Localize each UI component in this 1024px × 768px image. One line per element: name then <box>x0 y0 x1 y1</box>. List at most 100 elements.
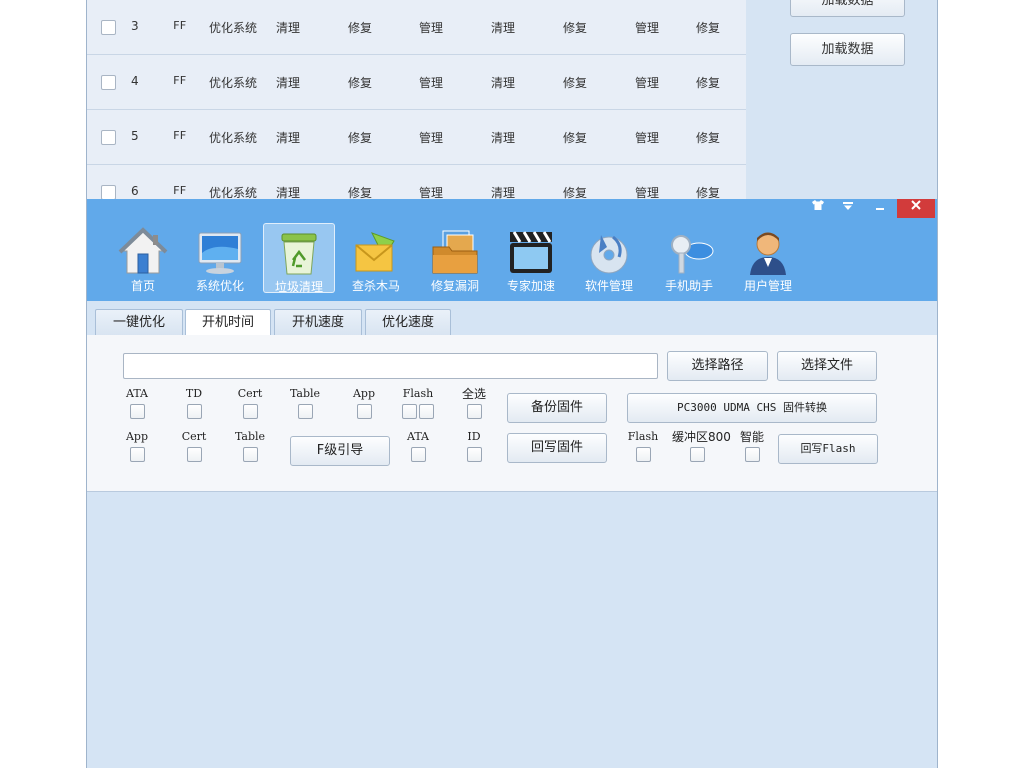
folder-photo-icon <box>432 230 478 274</box>
table-cell: 优化系统 <box>209 76 258 90</box>
disc-icon <box>590 235 628 274</box>
table-cell: 修复 <box>696 76 721 90</box>
table-cell: 管理 <box>419 131 444 145</box>
table-cell: 清理 <box>276 21 301 35</box>
option-label: Flash <box>627 430 659 443</box>
table-cell: 修复 <box>348 76 373 90</box>
table-cell: 修复 <box>348 131 373 145</box>
nav-item-home[interactable]: 首页 <box>107 223 179 293</box>
table-cell: FF <box>173 74 187 87</box>
flash-checkbox-a[interactable] <box>402 404 417 419</box>
ata-2-checkbox[interactable] <box>410 447 426 462</box>
flash-2-checkbox[interactable] <box>635 447 651 462</box>
option-td: TD <box>174 387 214 419</box>
nav-item-trojan-scan[interactable]: 查杀木马 <box>340 223 412 293</box>
pc3000-firmware-convert-button[interactable]: PC3000 UDMA CHS 固件转换 <box>627 393 877 423</box>
title-bar: 首页 系统优化 垃圾清理 查杀木马 修复漏洞 专家加速 软件管理 手机助手 用户… <box>87 199 937 301</box>
option-label: Table <box>289 387 321 400</box>
id-checkbox[interactable] <box>466 447 482 462</box>
row-checkbox[interactable] <box>101 20 116 35</box>
write-back-firmware-button[interactable]: 回写固件 <box>507 433 607 463</box>
close-icon[interactable] <box>897 199 935 218</box>
row-number: 6 <box>131 184 139 198</box>
option-label: App <box>352 387 376 400</box>
nav-label: 修复漏洞 <box>430 279 479 293</box>
nav-item-system-optimize[interactable]: 系统优化 <box>184 223 256 293</box>
select-file-button[interactable]: 选择文件 <box>777 351 877 381</box>
buffer-800-checkbox[interactable] <box>689 447 705 462</box>
row-number: 3 <box>131 19 139 33</box>
tab-one-click-optimize[interactable]: 一键优化 <box>95 309 183 336</box>
table-cell: 优化系统 <box>209 131 258 145</box>
load-data-button[interactable]: 加载数据 <box>790 33 905 66</box>
nav-label: 首页 <box>130 279 155 293</box>
table-row[interactable]: 4 FF 优化系统 清理 修复 管理 清理 修复 管理 修复 <box>87 55 746 110</box>
app-checkbox[interactable] <box>356 404 372 419</box>
option-ata-2: ATA <box>398 430 438 462</box>
nav-item-expert-speedup[interactable]: 专家加速 <box>495 223 567 293</box>
table-2-checkbox[interactable] <box>242 447 258 462</box>
background-data-table: 3 FF 优化系统 清理 修复 管理 清理 修复 管理 修复 4 FF 优化系统… <box>87 0 746 220</box>
option-label: Flash <box>402 387 434 400</box>
td-checkbox[interactable] <box>186 404 202 419</box>
nav-item-trash-clean[interactable]: 垃圾清理 <box>263 223 335 294</box>
tab-optimize-speed[interactable]: 优化速度 <box>365 309 451 336</box>
background-side-panel <box>746 0 937 200</box>
path-input[interactable] <box>123 353 658 379</box>
main-window: 首页 系统优化 垃圾清理 查杀木马 修复漏洞 专家加速 软件管理 手机助手 用户… <box>87 199 937 768</box>
option-table-2: Table <box>230 430 270 462</box>
option-flash: Flash <box>398 387 438 419</box>
cert-checkbox[interactable] <box>242 404 258 419</box>
table-cell: 优化系统 <box>209 21 258 35</box>
write-back-flash-button[interactable]: 回写Flash <box>778 434 878 464</box>
tab-boot-time[interactable]: 开机时间 <box>185 309 271 337</box>
user-icon <box>750 232 786 275</box>
nav-item-fix-vuln[interactable]: 修复漏洞 <box>419 223 491 293</box>
minimize-icon[interactable] <box>865 199 895 218</box>
option-cert: Cert <box>230 387 270 419</box>
skin-icon[interactable] <box>803 199 833 218</box>
f-boot-button[interactable]: F级引导 <box>290 436 390 466</box>
option-table: Table <box>285 387 325 419</box>
table-row[interactable]: 5 FF 优化系统 清理 修复 管理 清理 修复 管理 修复 <box>87 110 746 165</box>
nav-item-user-manage[interactable]: 用户管理 <box>732 223 804 293</box>
smart-checkbox[interactable] <box>744 447 760 462</box>
tab-bar: 一键优化 开机时间 开机速度 优化速度 <box>87 301 937 337</box>
table-cell: FF <box>173 129 187 142</box>
ata-checkbox[interactable] <box>129 404 145 419</box>
menu-dropdown-icon[interactable] <box>833 199 863 218</box>
nav-label: 用户管理 <box>743 279 792 293</box>
app-2-checkbox[interactable] <box>129 447 145 462</box>
nav-label: 查杀木马 <box>351 279 400 293</box>
table-cell: 修复 <box>696 21 721 35</box>
tab-boot-speed[interactable]: 开机速度 <box>274 309 362 336</box>
table-cell: FF <box>173 184 187 197</box>
option-label: ID <box>467 430 481 443</box>
row-checkbox[interactable] <box>101 75 116 90</box>
cert-2-checkbox[interactable] <box>186 447 202 462</box>
nav-item-software-manage[interactable]: 软件管理 <box>573 223 645 293</box>
nav-label: 软件管理 <box>584 279 633 293</box>
table-row[interactable]: 3 FF 优化系统 清理 修复 管理 清理 修复 管理 修复 <box>87 0 746 55</box>
nav-label: 专家加速 <box>506 279 555 293</box>
home-icon <box>118 227 168 274</box>
table-cell: 修复 <box>348 21 373 35</box>
table-cell: 清理 <box>491 131 516 145</box>
select-all-checkbox[interactable] <box>466 404 482 419</box>
flash-checkbox-b[interactable] <box>419 404 434 419</box>
backup-firmware-button[interactable]: 备份固件 <box>507 393 607 423</box>
option-smart: 智能 <box>732 430 772 462</box>
load-data-button-top[interactable]: 加载数据 <box>790 0 905 17</box>
row-number: 4 <box>131 74 139 88</box>
row-checkbox[interactable] <box>101 130 116 145</box>
nav-item-phone-assistant[interactable]: 手机助手 <box>653 223 725 293</box>
mail-icon <box>355 232 395 272</box>
option-label: Cert <box>237 387 263 400</box>
nav-label: 系统优化 <box>195 279 244 293</box>
row-checkbox[interactable] <box>101 185 116 200</box>
table-checkbox[interactable] <box>297 404 313 419</box>
table-cell: 修复 <box>563 76 588 90</box>
table-cell: 管理 <box>635 21 660 35</box>
option-label: 全选 <box>461 387 486 401</box>
select-path-button[interactable]: 选择路径 <box>667 351 768 381</box>
